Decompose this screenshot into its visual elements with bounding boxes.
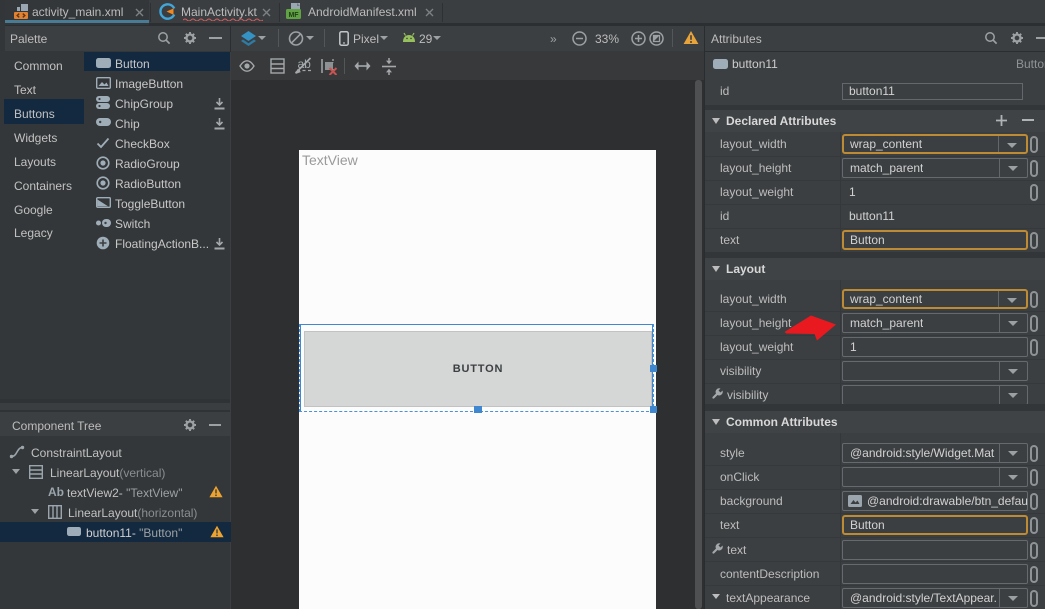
svg-text:MF: MF [288, 12, 299, 19]
